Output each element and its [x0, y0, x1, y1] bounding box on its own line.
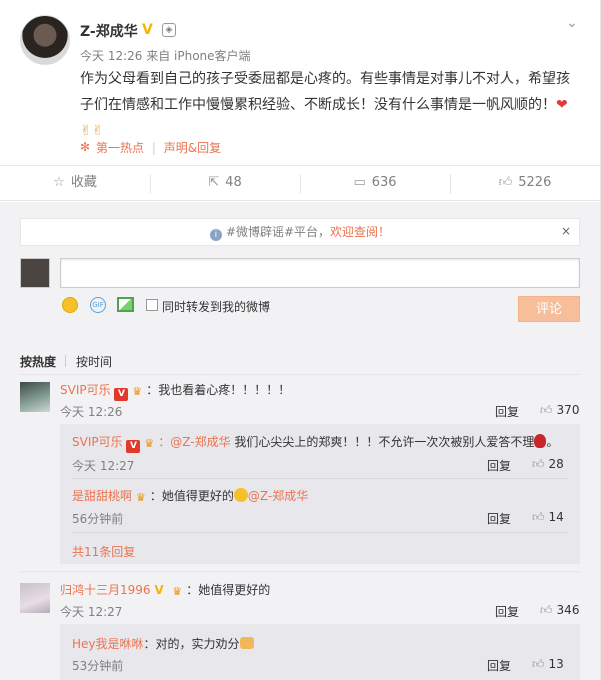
- vip-badge-icon: V: [114, 388, 129, 401]
- crown-badge-icon: ♛: [172, 585, 183, 598]
- comment-row-2: 归鸿十三月1996 V ♛ ：她值得更好的: [60, 581, 270, 598]
- comment-row-1: SVIP可乐 V ♛ ：我也看着心疼！！！！！: [60, 381, 290, 401]
- thumbs-up-icon: 👍︎: [532, 657, 545, 671]
- reply-text: ：她值得更好的: [149, 489, 234, 503]
- thumbs-up-icon: 👍︎: [498, 175, 513, 190]
- reply-button[interactable]: 回复: [487, 657, 511, 674]
- reply-button[interactable]: 回复: [495, 603, 519, 620]
- sub-reply-2: 是甜甜桃啊 ♛ ：她值得更好的 @Z-郑成华: [72, 487, 308, 504]
- comment-like-button[interactable]: 👍︎ 370: [540, 403, 579, 418]
- comment-icon: ▭: [353, 175, 366, 190]
- comment-time: 今天 12:27: [60, 605, 123, 619]
- reply-button[interactable]: 回复: [487, 510, 511, 527]
- sub-reply-1: SVIP可乐 V ♛ ：@Z-郑成华 我们心尖尖上的郑爽！！！不允许一次次被别人爱…: [72, 434, 559, 453]
- mention-link[interactable]: @Z-郑成华: [248, 489, 308, 503]
- comment-like-button[interactable]: 👍︎ 346: [540, 603, 579, 618]
- hand-emoji-icon: [239, 637, 254, 649]
- member-level-icon[interactable]: ◈: [162, 23, 176, 37]
- like-button[interactable]: 👍︎ 5226: [450, 166, 600, 202]
- reply-time: 今天 12:27: [72, 459, 135, 473]
- thumbs-up-icon: 👍︎: [540, 403, 553, 417]
- sort-by-hot[interactable]: 按热度: [20, 353, 56, 370]
- forward-checkbox-label: 同时转发到我的微博: [162, 300, 271, 314]
- crying-emoji-icon: [233, 488, 248, 502]
- vip-badge-icon: V: [126, 440, 141, 453]
- reply-time: 53分钟前: [72, 659, 124, 673]
- reply-like-button[interactable]: 👍︎ 13: [532, 657, 564, 672]
- replier-name[interactable]: Hey我是咻咻: [72, 637, 144, 651]
- crown-badge-icon: ♛: [144, 437, 155, 450]
- thumbs-up-icon: 👍︎: [532, 457, 545, 471]
- comment-text: ：她值得更好的: [186, 583, 271, 597]
- close-icon[interactable]: ×: [561, 224, 571, 238]
- hot-topic-link[interactable]: 第一热点: [96, 141, 144, 155]
- hot-topic-row: 第一热点 | 声明&回复: [96, 141, 222, 155]
- sub-reply-3: Hey我是咻咻：对的，实力劝分: [72, 635, 254, 652]
- statement-link[interactable]: 声明&回复: [164, 141, 221, 155]
- thumbs-up-icon: 👍︎: [532, 510, 545, 524]
- mention-link[interactable]: ：@Z-郑成华: [158, 435, 230, 449]
- post-text-line2: 子们在情感和工作中慢慢累积经验、不断成长！没有什么事情是一帆风顺的！❤: [80, 97, 568, 113]
- forward-checkbox[interactable]: [146, 299, 158, 311]
- sort-by-time[interactable]: 按时间: [76, 353, 112, 370]
- reply-text: 我们心尖尖上的郑爽！！！不允许一次次被别人爱答不理: [230, 435, 535, 449]
- heart-emoji-icon: ❤: [556, 97, 568, 113]
- more-replies-link[interactable]: 共11条回复: [72, 543, 135, 560]
- comment-button[interactable]: ▭ 636: [300, 166, 450, 202]
- comment-text: ：我也看着心疼！！！！！: [146, 383, 291, 397]
- commenter-avatar[interactable]: [20, 382, 50, 412]
- post-text-line1: 作为父母看到自己的孩子受委屈都是心疼的。有些事情是对事儿不对人，希望孩: [80, 71, 570, 87]
- commenter-name[interactable]: 归鸿十三月1996: [60, 583, 151, 597]
- thumbs-up-icon: 👍︎: [540, 603, 553, 617]
- crown-badge-icon: ♛: [135, 491, 146, 504]
- post-body: 作为父母看到自己的孩子受委屈都是心疼的。有些事情是对事儿不对人，希望孩 子们在情…: [80, 66, 580, 144]
- collect-button[interactable]: ☆ 收藏: [0, 166, 150, 202]
- reply-time: 56分钟前: [72, 512, 124, 526]
- emoji-icon[interactable]: [62, 297, 78, 313]
- reply-like-button[interactable]: 👍︎ 28: [532, 457, 564, 472]
- comment-time: 今天 12:26: [60, 405, 123, 419]
- submit-comment-button[interactable]: 评论: [518, 296, 580, 322]
- author-name[interactable]: Z-郑成华: [80, 21, 138, 41]
- verified-icon: V: [142, 22, 153, 38]
- replier-name[interactable]: 是甜甜桃啊: [72, 489, 132, 503]
- rumor-notice: i #微博辟谣#平台，欢迎查阅！: [20, 218, 580, 246]
- reply-button[interactable]: 回复: [487, 457, 511, 474]
- image-icon[interactable]: [117, 297, 134, 312]
- forward-button[interactable]: ⇱ 48: [150, 166, 300, 202]
- commenter-avatar[interactable]: [20, 583, 50, 613]
- comment-input[interactable]: [60, 258, 580, 288]
- commenter-name[interactable]: SVIP可乐: [60, 383, 111, 397]
- rose-emoji-icon: [534, 434, 547, 448]
- forward-icon: ⇱: [208, 175, 220, 190]
- post-meta: 今天 12:26 来自 iPhone客户端: [80, 49, 251, 63]
- reply-text: ：对的，实力劝分: [143, 637, 240, 651]
- reply-like-button[interactable]: 👍︎ 14: [532, 510, 564, 525]
- hot-topic-icon: ✻: [80, 140, 91, 154]
- verified-icon: V: [154, 583, 164, 597]
- info-icon: i: [209, 229, 222, 241]
- star-icon: ☆: [53, 175, 65, 190]
- chevron-down-icon[interactable]: ⌄: [566, 15, 582, 31]
- replier-name[interactable]: SVIP可乐: [72, 435, 123, 449]
- notice-link[interactable]: 欢迎查阅！: [330, 225, 390, 239]
- action-bar: ☆ 收藏 ⇱ 48 ▭ 636 👍︎ 5226: [0, 165, 600, 201]
- gif-icon[interactable]: GIF: [90, 297, 106, 313]
- crown-badge-icon: ♛: [132, 385, 143, 398]
- reply-button[interactable]: 回复: [495, 403, 519, 420]
- my-avatar: [20, 258, 50, 288]
- author-avatar[interactable]: [20, 15, 70, 65]
